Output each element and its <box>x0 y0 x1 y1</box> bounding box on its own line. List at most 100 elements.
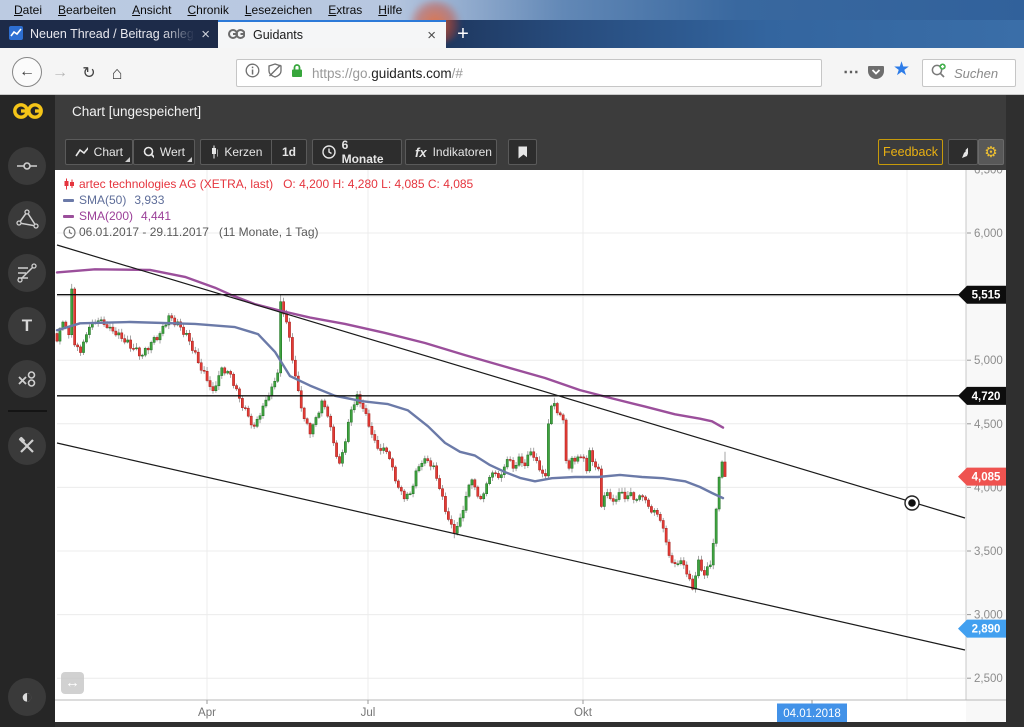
page-actions-icon[interactable]: ⋯ <box>843 62 859 82</box>
bookmark-star-icon[interactable]: ★ <box>893 58 910 81</box>
svg-text:6,500: 6,500 <box>974 170 1003 176</box>
tools-settings-tool[interactable] <box>8 427 46 465</box>
text-tool-glyph: T <box>22 316 32 336</box>
tab-close-icon[interactable]: × <box>201 27 210 42</box>
svg-text:Apr: Apr <box>198 707 216 719</box>
menu-lesezeichen[interactable]: Lesezeichen <box>237 1 320 19</box>
save-bookmark-button[interactable] <box>508 139 537 165</box>
url-bar[interactable]: https://go.guidants.com/# <box>236 59 822 87</box>
search-placeholder: Suchen <box>954 66 998 81</box>
interval-segment[interactable]: 1d <box>272 145 306 159</box>
corner-expander <box>125 157 130 162</box>
menu-bearbeiten[interactable]: Bearbeiten <box>50 1 124 19</box>
sma50-label: SMA(50) <box>79 192 126 208</box>
theme-contrast-toggle[interactable]: ◐ <box>8 678 46 716</box>
browser-menubar: Datei Bearbeiten Ansicht Chronik Lesezei… <box>0 0 1024 20</box>
app-right-strip <box>1006 95 1024 727</box>
period-button[interactable]: 6 Monate <box>312 139 402 165</box>
price-axis-background <box>966 170 1006 722</box>
menu-extras[interactable]: Extras <box>320 1 370 19</box>
back-button[interactable]: ← <box>12 57 42 87</box>
forum-tab-favicon <box>8 25 24 44</box>
guidants-logo[interactable] <box>0 95 55 127</box>
sma200-label: SMA(200) <box>79 208 133 224</box>
text-tool[interactable]: T <box>8 307 46 345</box>
candle-series-icon <box>63 178 79 190</box>
menu-ansicht[interactable]: Ansicht <box>124 1 179 19</box>
indicators-button[interactable]: fx Indikatoren <box>405 139 497 165</box>
pan-left-button[interactable]: ↔ <box>61 672 84 694</box>
svg-text:6,000: 6,000 <box>974 228 1003 240</box>
pocket-icon[interactable] <box>866 62 886 87</box>
search-field[interactable]: Suchen <box>922 59 1016 87</box>
sidebar-divider <box>8 410 47 412</box>
svg-text:Okt: Okt <box>574 707 593 719</box>
brush-icon <box>958 145 968 159</box>
instrument-search-button[interactable]: Wert <box>133 139 195 165</box>
feedback-button[interactable]: Feedback <box>878 139 943 165</box>
tab-forum-thread[interactable]: Neuen Thread / Beitrag anlegen × <box>0 20 218 48</box>
menu-hilfe[interactable]: Hilfe <box>370 1 410 19</box>
sma200-value: 4,441 <box>141 208 171 224</box>
trendline-handle[interactable] <box>905 496 919 510</box>
chart-bottom-strip <box>55 722 1006 727</box>
new-tab-button[interactable]: + <box>452 24 474 46</box>
svg-text:Jul: Jul <box>361 707 376 719</box>
chart-panel[interactable]: 6,5006,0005,5005,0004,5004,0003,5003,000… <box>55 170 1006 722</box>
forward-arrow-icon: → <box>52 64 68 82</box>
legend-range-row: 06.01.2017 - 29.11.2017 (11 Monate, 1 Ta… <box>63 224 473 240</box>
svg-text:3,500: 3,500 <box>974 546 1003 558</box>
bookmark-icon <box>518 146 527 159</box>
drawing-brush-button[interactable] <box>948 139 978 165</box>
contrast-icon: ◐ <box>21 686 33 709</box>
date-range: 06.01.2017 - 29.11.2017 <box>79 224 209 240</box>
tab-guidants[interactable]: Guidants × <box>218 20 446 48</box>
horizontal-line-tool[interactable] <box>8 147 46 185</box>
svg-text:2,890: 2,890 <box>972 624 1001 636</box>
app-header: Chart [ungespeichert] <box>55 95 1006 127</box>
instrument-name: artec technologies AG (XETRA, last) <box>79 176 273 192</box>
fibonacci-tool[interactable] <box>8 254 46 292</box>
magnifier-icon <box>143 146 154 159</box>
chart-type-button[interactable]: Chart <box>65 139 133 165</box>
chart-toolbar: Chart Wert Kerzen 1d 6 Monate fx Indikat… <box>55 127 1006 170</box>
tracking-protection-icon[interactable] <box>267 63 283 83</box>
reload-icon: ↻ <box>82 63 95 83</box>
candles-icon <box>210 145 218 159</box>
clock-icon <box>322 145 336 159</box>
page-info-icon[interactable] <box>245 63 260 83</box>
time-range-clock-icon <box>63 226 79 239</box>
app-title: Chart [ungespeichert] <box>72 104 201 119</box>
candle-style-button[interactable]: Kerzen 1d <box>200 139 307 165</box>
screen: Datei Bearbeiten Ansicht Chronik Lesezei… <box>0 0 1024 727</box>
url-text: https://go.guidants.com/# <box>312 66 463 81</box>
legend-sma200-row[interactable]: SMA(200) 4,441 <box>63 208 473 224</box>
forward-button[interactable]: → <box>45 58 75 88</box>
settings-gear-button[interactable]: ⚙ <box>978 139 1004 165</box>
sma50-value: 3,933 <box>134 192 164 208</box>
pattern-tool[interactable] <box>8 360 46 398</box>
chart-legend: artec technologies AG (XETRA, last) O: 4… <box>63 176 473 240</box>
pan-arrow-icon: ↔ <box>65 674 80 691</box>
legend-instrument-row[interactable]: artec technologies AG (XETRA, last) O: 4… <box>63 176 473 192</box>
reload-button[interactable]: ↻ <box>74 58 104 88</box>
tab-title: Guidants <box>253 28 419 42</box>
home-icon: ⌂ <box>112 63 123 84</box>
shape-triangle-tool[interactable] <box>8 201 46 239</box>
chart-canvas[interactable]: 6,5006,0005,5005,0004,5004,0003,5003,000… <box>55 170 1006 722</box>
search-icon <box>930 63 948 84</box>
legend-sma50-row[interactable]: SMA(50) 3,933 <box>63 192 473 208</box>
corner-expander <box>187 157 192 162</box>
menu-chronik[interactable]: Chronik <box>179 1 236 19</box>
range-duration: (11 Monate, 1 Tag) <box>219 224 319 240</box>
svg-text:5,515: 5,515 <box>972 290 1001 302</box>
svg-text:4,085: 4,085 <box>972 472 1001 484</box>
svg-text:4,500: 4,500 <box>974 419 1003 431</box>
menu-datei[interactable]: Datei <box>6 1 50 19</box>
tab-close-icon[interactable]: × <box>427 28 436 43</box>
tab-title: Neuen Thread / Beitrag anlegen <box>30 27 195 41</box>
ohlc-values: O: 4,200 H: 4,280 L: 4,085 C: 4,085 <box>283 176 473 192</box>
home-button[interactable]: ⌂ <box>102 58 132 88</box>
svg-text:04.01.2018: 04.01.2018 <box>783 708 841 720</box>
plot-background <box>55 170 1006 722</box>
